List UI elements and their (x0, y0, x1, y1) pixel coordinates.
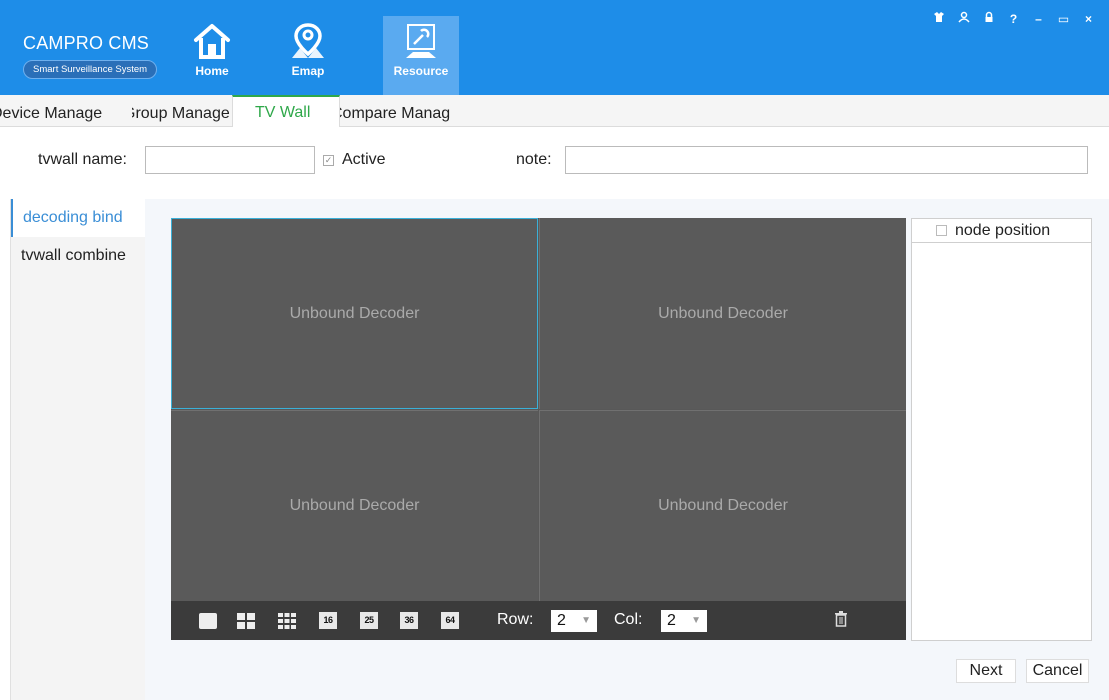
layout-1-icon[interactable] (199, 613, 217, 629)
window-controls: ? – ▭ × (926, 10, 1101, 28)
layout-4-icon[interactable] (237, 613, 255, 629)
layout-36-icon[interactable]: 36 (400, 612, 418, 629)
decoder-cell[interactable]: Unbound Decoder (171, 410, 538, 601)
col-select[interactable]: 2 ▼ (661, 610, 707, 632)
minimize-icon[interactable]: – (1026, 10, 1051, 28)
note-input[interactable] (565, 146, 1088, 174)
maximize-icon[interactable]: ▭ (1051, 10, 1076, 28)
decoder-cell[interactable]: Unbound Decoder (539, 410, 906, 601)
help-icon[interactable]: ? (1001, 10, 1026, 28)
layout-64-icon[interactable]: 64 (441, 612, 459, 629)
cancel-button[interactable]: Cancel (1026, 659, 1089, 683)
tab-group-manage[interactable]: Group Manage (132, 101, 232, 127)
map-pin-icon (292, 23, 324, 58)
lock-icon[interactable] (976, 10, 1001, 28)
col-label: Col: (614, 611, 643, 628)
layout-16-icon[interactable]: 16 (319, 612, 337, 629)
tab-bar: Device Manage Group Manage TV Wall Compa… (0, 95, 1109, 127)
col-value: 2 (667, 612, 676, 629)
row-value: 2 (557, 612, 566, 629)
menu-item-decoding-bind[interactable]: decoding bind (11, 199, 145, 237)
chevron-down-icon: ▼ (691, 615, 701, 626)
node-position-panel: node position (911, 218, 1092, 641)
tvwall-form: tvwall name: ✓ Active note: (0, 146, 1109, 176)
decoder-grid: Unbound Decoder Unbound Decoder Unbound … (171, 218, 906, 601)
grid-toolbar: 16 25 36 64 Row: 2 ▼ Col: 2 ▼ (171, 601, 906, 640)
menu-item-tvwall-combine[interactable]: tvwall combine (11, 237, 145, 275)
nav-resource-button[interactable]: Resource (383, 16, 459, 95)
home-icon (194, 24, 230, 59)
app-header: CAMPRO CMS Smart Surveillance System Hom… (0, 0, 1109, 95)
nav-home-label: Home (195, 64, 229, 78)
next-button[interactable]: Next (956, 659, 1016, 683)
row-label: Row: (497, 611, 534, 628)
decoder-cell[interactable]: Unbound Decoder (171, 218, 538, 409)
node-position-checkbox[interactable] (936, 225, 947, 236)
active-label: Active (342, 151, 386, 168)
nav-emap-label: Emap (291, 64, 325, 78)
left-menu: decoding bind tvwall combine (10, 199, 145, 700)
shirt-icon[interactable] (926, 10, 951, 28)
app-title: CAMPRO CMS (23, 33, 150, 53)
tvwall-name-input[interactable] (145, 146, 315, 174)
node-position-header[interactable]: node position (912, 219, 1091, 243)
layout-25-icon[interactable]: 25 (360, 612, 378, 629)
nav-resource-label: Resource (393, 64, 449, 78)
user-icon[interactable] (951, 10, 976, 28)
tab-device-manage[interactable]: Device Manage (0, 101, 132, 127)
layout-9-icon[interactable] (278, 613, 296, 629)
nav-home-button[interactable]: Home (174, 16, 250, 95)
note-label: note: (516, 151, 552, 168)
active-checkbox[interactable]: ✓ Active (323, 151, 386, 169)
checkmark-icon: ✓ (323, 154, 334, 166)
tab-compare-manage[interactable]: Compare Manage (340, 101, 450, 127)
app-subtitle: Smart Surveillance System (23, 60, 158, 79)
brand: CAMPRO CMS Smart Surveillance System (23, 33, 158, 79)
tvwall-name-label: tvwall name: (38, 151, 127, 168)
nav-emap-button[interactable]: Emap (270, 16, 346, 95)
row-select[interactable]: 2 ▼ (551, 610, 597, 632)
close-icon[interactable]: × (1076, 10, 1101, 28)
tab-tv-wall[interactable]: TV Wall (232, 95, 340, 127)
node-position-label: node position (955, 221, 1051, 239)
trash-icon[interactable] (834, 611, 848, 627)
chevron-down-icon: ▼ (581, 615, 591, 626)
decoder-cell[interactable]: Unbound Decoder (539, 218, 906, 409)
wrench-icon (406, 24, 436, 58)
